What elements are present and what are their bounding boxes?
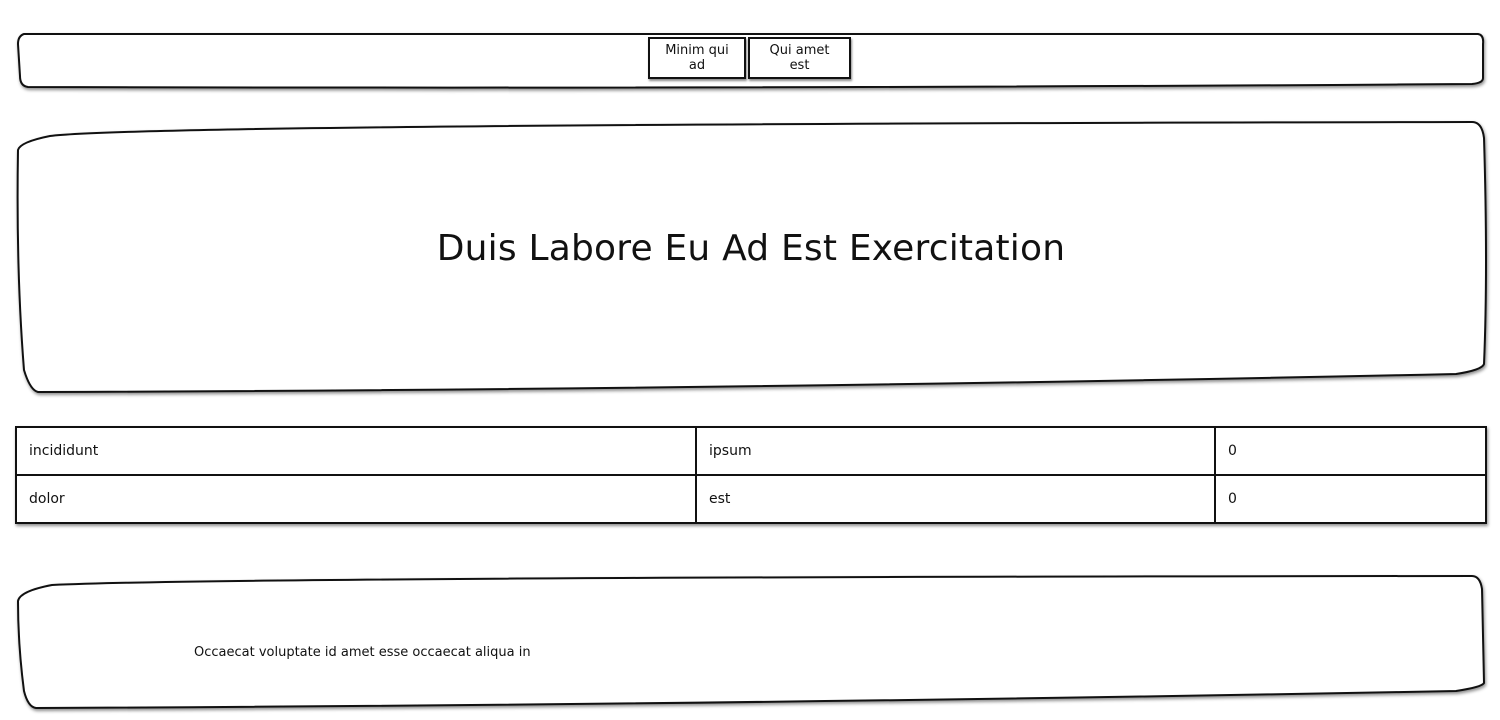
data-table: incididunt ipsum 0 dolor est 0 (15, 426, 1487, 524)
table-row: incididunt ipsum 0 (15, 426, 1487, 476)
table-cell: dolor (15, 474, 697, 524)
nav-button-group: Minim qui ad Qui amet est (648, 37, 851, 79)
table-cell: 0 (1214, 474, 1487, 524)
hero-section: Duis Labore Eu Ad Est Exercitation (16, 120, 1487, 396)
footer-section: Occaecat voluptate id amet esse occaecat… (16, 574, 1486, 712)
header-bar: Minim qui ad Qui amet est (16, 30, 1486, 90)
nav-button-minim-qui-ad[interactable]: Minim qui ad (648, 37, 746, 79)
table-cell: est (695, 474, 1216, 524)
table-cell: 0 (1214, 426, 1487, 476)
footer-text: Occaecat voluptate id amet esse occaecat… (194, 645, 531, 660)
table-row: dolor est 0 (15, 474, 1487, 524)
table-cell: incididunt (15, 426, 697, 476)
table-cell: ipsum (695, 426, 1216, 476)
page-title: Duis Labore Eu Ad Est Exercitation (436, 228, 1066, 269)
nav-button-qui-amet-est[interactable]: Qui amet est (748, 37, 851, 79)
